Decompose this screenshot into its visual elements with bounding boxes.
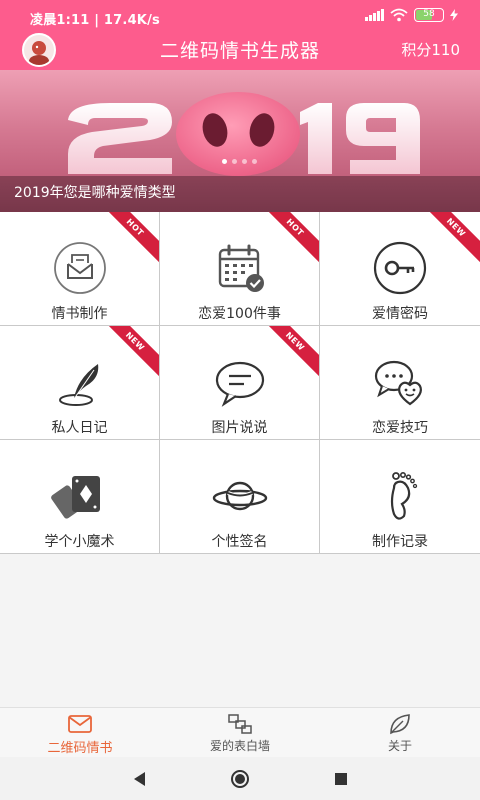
calendar-check-icon [218, 244, 264, 292]
feature-magic-tricks[interactable]: 学个小魔术 [0, 440, 160, 554]
status-icons: 58 [365, 8, 458, 22]
feature-label: 恋爱技巧 [372, 420, 428, 436]
points-counter[interactable]: 积分110 [401, 39, 460, 60]
wifi-icon [390, 8, 408, 22]
app-header: 凌晨1:11 | 17.4K/s 58 二维码情书生成器 积分110 [0, 0, 480, 70]
bottom-tab-bar: 二维码情书 爱的表白墙 关于 [0, 707, 480, 757]
avatar-image [24, 35, 54, 65]
status-time: 凌晨1:11 | 17.4K/s [30, 13, 160, 28]
feature-label: 爱情密码 [372, 306, 428, 322]
tab-about[interactable]: 关于 [320, 708, 480, 757]
feature-picture-posts[interactable]: NEW 图片说说 [160, 326, 320, 440]
battery-icon: 58 [414, 8, 444, 22]
playing-cards-icon [50, 476, 100, 519]
tab-label: 二维码情书 [47, 741, 113, 756]
carousel-dot[interactable] [242, 159, 247, 164]
charging-icon [450, 9, 458, 21]
carousel-dot[interactable] [232, 159, 237, 164]
envelope-icon [68, 715, 92, 733]
feature-label: 恋爱100件事 [198, 306, 281, 322]
feature-label: 私人日记 [51, 420, 108, 436]
feature-love-tips[interactable]: 恋爱技巧 [320, 326, 480, 440]
feature-love-code[interactable]: NEW 爱情密码 [320, 212, 480, 326]
tab-love-wall[interactable]: 爱的表白墙 [160, 708, 320, 757]
footprint-icon [390, 472, 418, 520]
carousel-indicator [222, 159, 257, 164]
quill-pen-icon [58, 364, 98, 406]
leaf-icon [390, 714, 410, 735]
feature-label: 个性签名 [211, 534, 268, 550]
feature-history[interactable]: 制作记录 [320, 440, 480, 554]
carousel-dot[interactable] [252, 159, 257, 164]
tab-label: 关于 [387, 739, 412, 753]
user-avatar[interactable] [22, 33, 56, 67]
feature-label: 情书制作 [51, 306, 108, 322]
key-icon [373, 241, 427, 295]
feature-private-diary[interactable]: NEW 私人日记 [0, 326, 160, 440]
feature-label: 制作记录 [372, 534, 428, 550]
carousel-dot[interactable] [222, 159, 227, 164]
status-bar: 凌晨1:11 | 17.4K/s 58 [0, 0, 480, 32]
system-nav-bar [0, 757, 480, 800]
signal-icon [365, 9, 384, 21]
feature-100-things[interactable]: HOT 恋爱100件事 [160, 212, 320, 326]
feature-label: 学个小魔术 [44, 534, 115, 550]
home-icon[interactable] [230, 769, 250, 789]
feature-signature[interactable]: 个性签名 [160, 440, 320, 554]
wall-icon [228, 714, 252, 734]
feature-label: 图片说说 [211, 420, 268, 436]
tab-label: 爱的表白墙 [209, 739, 270, 753]
recents-icon[interactable] [331, 769, 351, 789]
envelope-icon [53, 242, 106, 294]
banner-carousel[interactable]: 2019年您是哪种爱情类型 [0, 70, 480, 212]
chat-heart-icon [374, 360, 422, 406]
feature-love-letter[interactable]: HOT 情书制作 [0, 212, 160, 326]
tab-qr-love-letter[interactable]: 二维码情书 [0, 708, 160, 757]
back-icon[interactable] [130, 769, 150, 789]
planet-icon [212, 481, 267, 511]
banner-caption[interactable]: 2019年您是哪种爱情类型 [14, 182, 176, 202]
chat-bubble-icon [215, 361, 264, 407]
feature-grid: HOT 情书制作 HOT 恋爱100件事 NEW 爱情密码 NEW 私人日记 N… [0, 212, 480, 554]
